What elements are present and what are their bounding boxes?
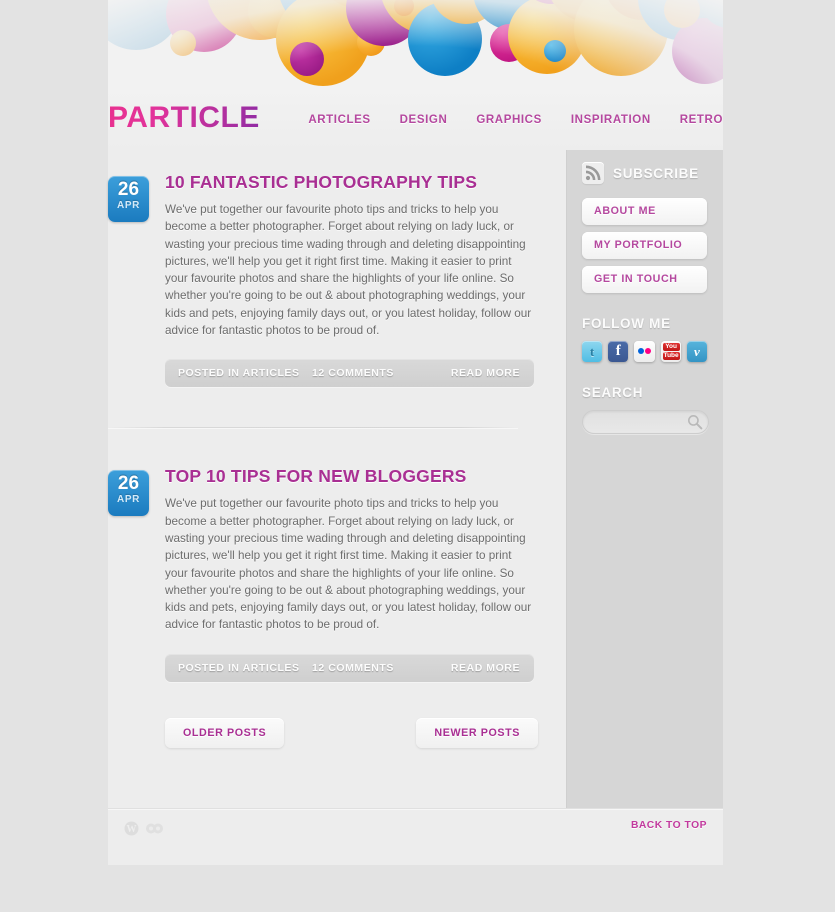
- brand-row: PARTICLE ARTICLES DESIGN GRAPHICS INSPIR…: [108, 88, 723, 150]
- nav-item-retro[interactable]: RETRO: [680, 114, 723, 126]
- post-divider: [108, 427, 518, 429]
- vimeo-icon[interactable]: v: [686, 341, 708, 362]
- post-category-label[interactable]: POSTED IN ARTICLES: [178, 367, 300, 379]
- sidebar: SUBSCRIBE ABOUT ME MY PORTFOLIO GET IN T…: [566, 150, 723, 808]
- post-readmore-label[interactable]: READ MORE: [451, 662, 520, 674]
- back-to-top-link[interactable]: BACK TO TOP: [631, 820, 707, 831]
- post-title-link[interactable]: 10 FANTASTIC PHOTOGRAPHY TIPS: [165, 172, 477, 192]
- sidebar-item-about-me[interactable]: ABOUT ME: [582, 198, 707, 225]
- post-date-badge: 26 APR: [108, 470, 149, 517]
- balloon-decoration: [170, 30, 196, 56]
- newer-posts-button[interactable]: NEWER POSTS: [416, 717, 538, 748]
- post-date-month: APR: [117, 200, 140, 211]
- facebook-icon[interactable]: f: [608, 341, 629, 362]
- post-title-link[interactable]: TOP 10 TIPS FOR NEW BLOGGERS: [165, 466, 467, 486]
- post-category-label[interactable]: POSTED IN ARTICLES: [178, 662, 300, 674]
- sidebar-item-get-in-touch[interactable]: GET IN TOUCH: [582, 266, 707, 293]
- nav-item-design[interactable]: DESIGN: [400, 114, 448, 126]
- older-posts-button[interactable]: OLDER POSTS: [165, 717, 285, 748]
- subscribe-block[interactable]: SUBSCRIBE: [582, 162, 707, 184]
- post-article: 26 APR 10 FANTASTIC PHOTOGRAPHY TIPS We'…: [108, 172, 566, 388]
- post-excerpt: We've put together our favourite photo t…: [165, 497, 532, 632]
- footer-badge-list: W: [124, 821, 165, 836]
- svg-text:W: W: [127, 824, 137, 835]
- flickr-icon[interactable]: [634, 341, 655, 362]
- site-column: PARTICLE ARTICLES DESIGN GRAPHICS INSPIR…: [108, 0, 723, 865]
- post-title: TOP 10 TIPS FOR NEW BLOGGERS: [165, 466, 546, 486]
- post-date-day: 26: [117, 179, 140, 200]
- content-columns: 26 APR 10 FANTASTIC PHOTOGRAPHY TIPS We'…: [108, 150, 723, 808]
- main-content: 26 APR 10 FANTASTIC PHOTOGRAPHY TIPS We'…: [108, 150, 566, 808]
- pagination: OLDER POSTS NEWER POSTS: [108, 712, 566, 776]
- balloon-decoration: [544, 40, 566, 62]
- facebook-glyph: f: [615, 343, 621, 359]
- nav-item-inspiration[interactable]: INSPIRATION: [571, 114, 651, 126]
- post-comments-label[interactable]: 12 COMMENTS: [312, 662, 394, 674]
- subscribe-label: SUBSCRIBE: [613, 165, 699, 181]
- post-date-month: APR: [117, 494, 140, 506]
- site-logo[interactable]: PARTICLE: [108, 101, 260, 135]
- site-footer: W BACK TO TOP: [108, 808, 723, 865]
- follow-me-heading: FOLLOW ME: [582, 316, 671, 331]
- search-field-wrapper: [582, 410, 709, 434]
- nav-item-articles[interactable]: ARTICLES: [308, 114, 370, 126]
- post-readmore-label[interactable]: READ MORE: [451, 367, 520, 379]
- wordpress-icon[interactable]: W: [124, 821, 139, 836]
- nav-item-graphics[interactable]: GRAPHICS: [476, 114, 542, 126]
- post-meta-bar: POSTED IN ARTICLES 12 COMMENTS READ MORE: [165, 359, 534, 388]
- search-button[interactable]: [687, 414, 703, 430]
- post-excerpt: We've put together our favourite photo t…: [165, 203, 532, 338]
- post-title: 10 FANTASTIC PHOTOGRAPHY TIPS: [165, 172, 546, 192]
- post-comments-label[interactable]: 12 COMMENTS: [312, 367, 394, 379]
- post-article: 26 APR TOP 10 TIPS FOR NEW BLOGGERS We'v…: [108, 466, 566, 682]
- vimeo-glyph: v: [694, 343, 700, 359]
- header-banner: [108, 0, 723, 88]
- post-meta-bar: POSTED IN ARTICLES 12 COMMENTS READ MORE: [165, 653, 534, 682]
- primary-navigation: ARTICLES DESIGN GRAPHICS INSPIRATION RET…: [308, 114, 723, 126]
- search-heading: SEARCH: [582, 385, 644, 400]
- twitter-icon[interactable]: t: [582, 341, 603, 362]
- social-icon-list: t f You Tube v: [582, 341, 708, 362]
- post-date-day: 26: [117, 473, 140, 495]
- sidebar-item-my-portfolio[interactable]: MY PORTFOLIO: [582, 232, 707, 259]
- balloon-decoration: [290, 42, 324, 76]
- post-date-badge: 26 APR: [108, 176, 149, 222]
- rss-icon: [582, 162, 604, 184]
- youtube-icon[interactable]: You Tube: [660, 341, 681, 362]
- page-root: PARTICLE ARTICLES DESIGN GRAPHICS INSPIR…: [0, 0, 835, 912]
- css-validator-icon[interactable]: [145, 821, 165, 836]
- twitter-glyph: t: [589, 343, 595, 359]
